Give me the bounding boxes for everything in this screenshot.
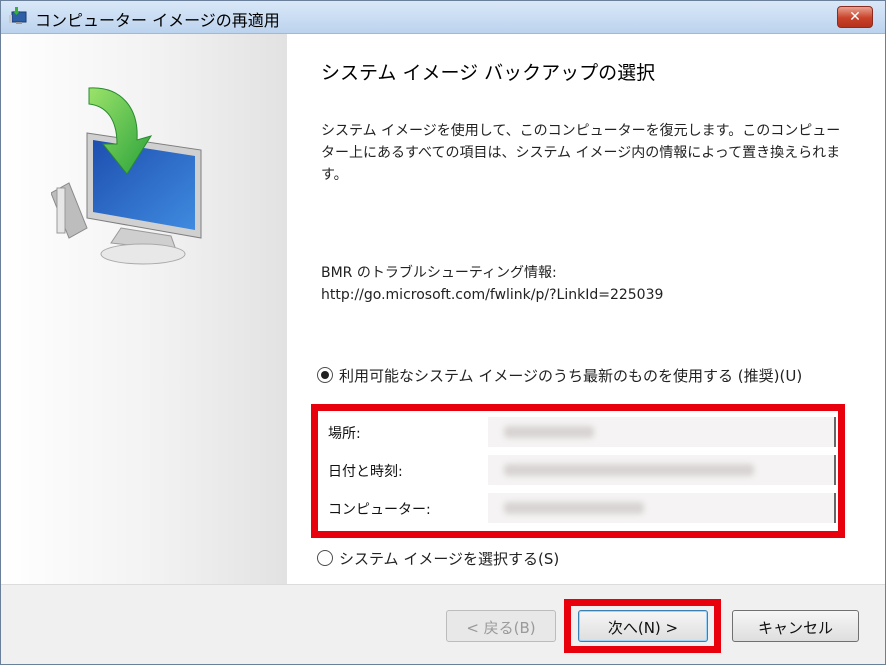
bmr-troubleshooting-label: BMR のトラブルシューティング情報: [321,265,557,281]
next-button[interactable]: 次へ(N) > [578,610,708,642]
computer-value [488,493,836,523]
window-title: コンピューター イメージの再適用 [35,11,280,30]
left-banner [1,34,287,584]
latest-image-details: 場所: 日付と時刻: コンピューター: [311,404,845,538]
computer-row: コンピューター: [328,493,838,523]
close-button[interactable]: ✕ [837,6,873,28]
bmr-troubleshooting-link: http://go.microsoft.com/fwlink/p/?LinkId… [321,287,664,303]
close-icon: ✕ [849,9,861,25]
title-bar: コンピューター イメージの再適用 ✕ [1,1,885,34]
select-image-radio[interactable] [317,550,333,566]
backup-restore-icon [9,7,27,24]
cancel-button[interactable]: キャンセル [732,610,859,642]
restore-dialog: コンピューター イメージの再適用 ✕ システム イメージ バックアップの選択 シ… [0,0,886,665]
select-image-option[interactable]: システム イメージを選択する(S) [317,547,559,569]
monitor-restore-icon [51,87,202,265]
datetime-value [488,455,836,485]
description-text: システム イメージを使用して、このコンピューターを復元します。このコンピューター… [321,123,841,183]
computer-label: コンピューター: [328,502,431,518]
use-latest-image-radio[interactable] [317,367,333,383]
select-image-label: システム イメージを選択する(S) [339,549,560,568]
back-button[interactable]: < 戻る(B) [446,610,556,642]
location-row: 場所: [328,417,838,447]
content-area: システム イメージ バックアップの選択 システム イメージを使用して、このコンピ… [287,34,885,584]
use-latest-image-option[interactable]: 利用可能なシステム イメージのうち最新のものを使用する (推奨)(U) [317,364,802,386]
page-title: システム イメージ バックアップの選択 [321,62,656,84]
datetime-label: 日付と時刻: [328,464,403,480]
use-latest-image-label: 利用可能なシステム イメージのうち最新のものを使用する (推奨)(U) [339,366,803,385]
location-label: 場所: [328,426,361,442]
datetime-row: 日付と時刻: [328,455,838,485]
location-value [488,417,836,447]
